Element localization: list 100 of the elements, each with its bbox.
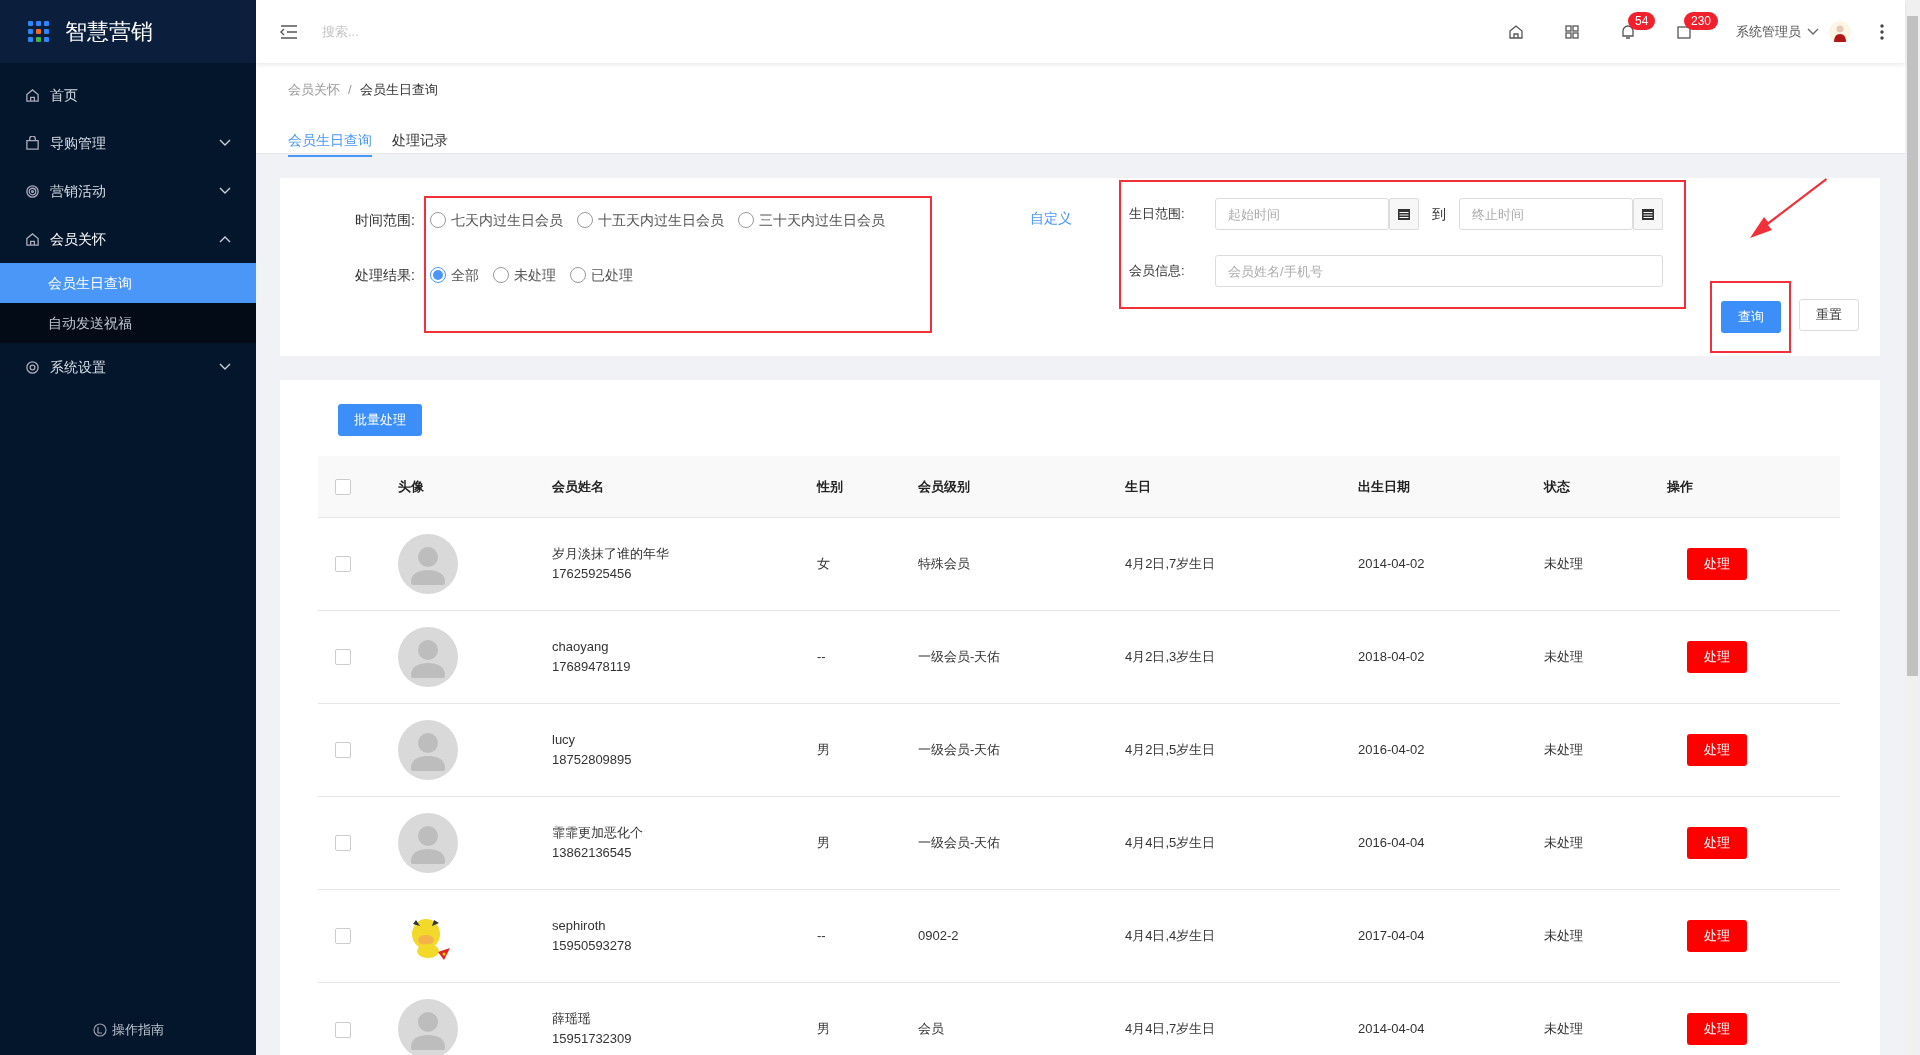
- member-level: 特殊会员: [918, 555, 970, 571]
- chevron-icon[interactable]: [1807, 27, 1819, 36]
- sidebar-item[interactable]: 会员关怀: [0, 215, 256, 263]
- user-avatar-icon[interactable]: [1829, 20, 1851, 43]
- radio-button[interactable]: [577, 212, 593, 228]
- birth-date: 2018-04-02: [1358, 648, 1425, 664]
- avatar-icon: [398, 998, 458, 1055]
- date-field[interactable]: 起始时间: [1215, 198, 1389, 230]
- status-text: 未处理: [1544, 648, 1583, 664]
- checkbox[interactable]: [335, 649, 351, 666]
- member-name: chaoyang: [552, 638, 610, 656]
- checkbox[interactable]: [335, 742, 351, 759]
- radio-label[interactable]: 十五天内过生日会员: [598, 209, 724, 231]
- process-button[interactable]: 处理: [1687, 919, 1747, 952]
- sidebar-item[interactable]: 营销活动: [0, 167, 256, 215]
- search-field[interactable]: 会员姓名/手机号: [1215, 255, 1663, 287]
- gender-text: 女: [817, 555, 830, 571]
- checkbox[interactable]: [335, 928, 351, 945]
- radio-label[interactable]: 七天内过生日会员: [451, 209, 563, 231]
- process-button[interactable]: 处理: [1687, 640, 1747, 673]
- range-separator: 到: [1432, 204, 1446, 224]
- checkbox[interactable]: [335, 556, 351, 573]
- field-label: 处理结果:: [354, 265, 415, 285]
- menu-icon[interactable]: [280, 23, 298, 40]
- bell-icon[interactable]: [1620, 23, 1636, 40]
- process-button[interactable]: 处理: [1687, 733, 1747, 766]
- birthday-text: 4月2日,7岁生日: [1125, 555, 1216, 571]
- count-badge: 230: [1684, 11, 1719, 30]
- avatar-icon: [398, 719, 458, 780]
- scrollbar-thumb[interactable]: [1907, 16, 1918, 676]
- checkbox[interactable]: [335, 835, 351, 852]
- birth-date: 2016-04-04: [1358, 834, 1425, 850]
- status-text: 未处理: [1544, 927, 1583, 943]
- calendar-button[interactable]: [1633, 198, 1663, 230]
- member-name: 薛瑶瑶: [552, 1010, 592, 1029]
- member-level: 0902-2: [918, 927, 959, 943]
- radio-button[interactable]: [570, 267, 586, 283]
- tab[interactable]: 处理记录: [392, 129, 448, 157]
- member-phone: 17689478119: [552, 657, 632, 676]
- birthday-text: 4月4日,4岁生日: [1125, 927, 1216, 943]
- home-icon[interactable]: [1508, 23, 1524, 40]
- sidebar-item[interactable]: 系统设置: [0, 343, 256, 391]
- date-field[interactable]: 终止时间: [1459, 198, 1633, 230]
- member-level: 一级会员-天佑: [918, 834, 1001, 850]
- guide-link[interactable]: 操作指南: [111, 1020, 164, 1040]
- checkbox[interactable]: [335, 1021, 351, 1038]
- grid-icon[interactable]: [1564, 23, 1580, 40]
- calendar-button[interactable]: [1389, 198, 1419, 230]
- member-level: 一级会员-天佑: [918, 648, 1001, 664]
- birth-date: 2014-04-02: [1358, 555, 1425, 571]
- radio-button[interactable]: [430, 212, 446, 228]
- radio-label[interactable]: 三十天内过生日会员: [759, 209, 885, 231]
- calendar-icon: [1642, 208, 1654, 220]
- gender-text: 男: [817, 834, 830, 850]
- sidebar-item[interactable]: 首页: [0, 71, 256, 119]
- process-button[interactable]: 处理: [1687, 547, 1747, 580]
- gender-text: 男: [817, 1021, 830, 1036]
- message-icon[interactable]: [1676, 23, 1692, 40]
- radio-button[interactable]: [738, 212, 754, 228]
- member-name: 霏霏更加恶化个: [552, 824, 644, 842]
- field-label: 生日范围:: [1129, 205, 1186, 224]
- reset-button[interactable]: 重置: [1799, 299, 1859, 331]
- avatar-icon: [398, 533, 458, 594]
- settings-icon: [25, 359, 40, 375]
- status-text: 未处理: [1544, 555, 1583, 571]
- more-icon[interactable]: [1879, 23, 1885, 40]
- member-phone: 15950593278: [552, 936, 633, 955]
- member-name: 岁月淡抹了谁的年华: [552, 545, 670, 563]
- status-text: 未处理: [1544, 741, 1583, 757]
- member-level: 会员: [918, 1021, 944, 1036]
- member-level: 一级会员-天佑: [918, 741, 1001, 757]
- column-header: 出生日期: [1358, 478, 1410, 494]
- field-label: 时间范围:: [354, 210, 415, 230]
- bag-icon: [25, 135, 40, 151]
- sidebar-subitem[interactable]: 自动发送祝福: [0, 303, 256, 343]
- breadcrumb-item: 会员生日查询: [359, 81, 438, 99]
- member-name: lucy: [552, 731, 577, 749]
- column-header: 状态: [1544, 478, 1570, 494]
- sidebar-item[interactable]: 导购管理: [0, 119, 256, 167]
- column-header: 操作: [1667, 478, 1693, 494]
- radio-label[interactable]: 未处理: [514, 264, 556, 286]
- birthday-text: 4月4日,7岁生日: [1125, 1021, 1216, 1036]
- avatar-icon: [398, 812, 458, 873]
- status-text: 未处理: [1544, 834, 1583, 850]
- guide-icon: [92, 1023, 107, 1037]
- radio-label[interactable]: 全部: [451, 264, 479, 286]
- column-header: 性别: [817, 478, 843, 494]
- member-phone: 15951732309: [552, 1029, 633, 1048]
- process-button[interactable]: 处理: [1687, 826, 1747, 859]
- birthday-text: 4月2日,5岁生日: [1125, 741, 1216, 757]
- process-button[interactable]: 处理: [1687, 1012, 1747, 1045]
- avatar-icon: [398, 626, 458, 687]
- member-phone: 13862136545: [552, 843, 633, 862]
- radio-button[interactable]: [430, 267, 446, 283]
- birthday-text: 4月2日,3岁生日: [1125, 648, 1216, 664]
- user-name[interactable]: 系统管理员: [1736, 21, 1801, 42]
- radio-label[interactable]: 已处理: [591, 264, 633, 286]
- column-header: 会员级别: [918, 478, 970, 494]
- checkbox[interactable]: [335, 479, 351, 496]
- radio-button[interactable]: [493, 267, 509, 283]
